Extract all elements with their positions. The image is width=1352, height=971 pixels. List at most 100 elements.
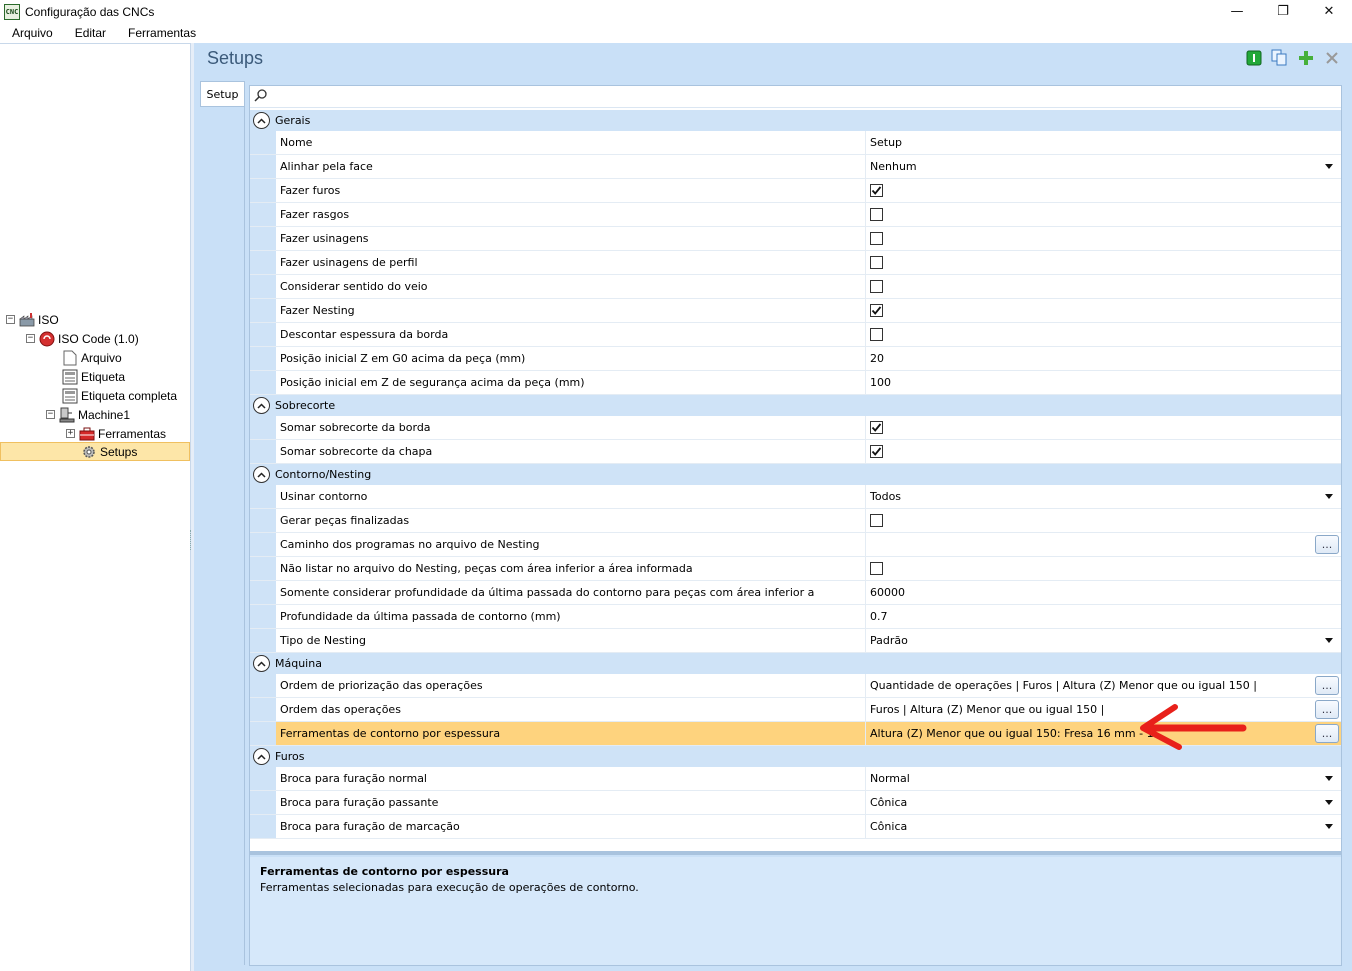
property-value-input[interactable]: ...	[866, 533, 1341, 556]
collapse-circle-icon[interactable]	[253, 655, 270, 672]
tree-node-etiqueta-completa[interactable]: Etiqueta completa	[62, 386, 177, 405]
category-maquina[interactable]: Máquina	[250, 653, 1341, 674]
edit-ordem-prior-button[interactable]: ...	[1315, 676, 1339, 695]
fazer-usinagens-perfil-checkbox[interactable]	[870, 256, 883, 269]
edit-ferr-contorno-button[interactable]: ...	[1315, 724, 1339, 743]
property-row[interactable]: Posição inicial em Z de segurança acima …	[250, 371, 1341, 395]
tree-node-machine1[interactable]: − Machine1	[46, 405, 130, 424]
property-value-input[interactable]: 100	[866, 371, 1341, 394]
property-row[interactable]: Alinhar pela face Nenhum	[250, 155, 1341, 179]
property-value-input[interactable]: Furos | Altura (Z) Menor que ou igual 15…	[866, 698, 1341, 721]
property-row[interactable]: Fazer usinagens	[250, 227, 1341, 251]
property-dropdown[interactable]: Nenhum	[866, 155, 1341, 178]
collapse-circle-icon[interactable]	[253, 466, 270, 483]
property-value	[866, 275, 1341, 298]
property-row[interactable]: Fazer furos	[250, 179, 1341, 203]
collapse-circle-icon[interactable]	[253, 397, 270, 414]
property-dropdown[interactable]: Cônica	[866, 815, 1341, 838]
category-gerais[interactable]: Gerais	[250, 110, 1341, 131]
property-row[interactable]: Fazer rasgos	[250, 203, 1341, 227]
row-gutter	[250, 131, 276, 154]
fazer-furos-checkbox[interactable]	[870, 184, 883, 197]
tab-setup[interactable]: Setup	[200, 81, 244, 107]
property-value-input[interactable]: Setup	[866, 131, 1341, 154]
collapse-toggle-icon[interactable]: −	[46, 410, 55, 419]
browse-button[interactable]: ...	[1315, 535, 1339, 554]
category-sobrecorte[interactable]: Sobrecorte	[250, 395, 1341, 416]
splitter-grip[interactable]	[190, 530, 193, 550]
fazer-rasgos-checkbox[interactable]	[870, 208, 883, 221]
somar-borda-checkbox[interactable]	[870, 421, 883, 434]
delete-icon[interactable]	[1323, 49, 1340, 66]
expand-toggle-icon[interactable]: +	[66, 429, 75, 438]
property-row[interactable]: Broca para furação de marcação Cônica	[250, 815, 1341, 839]
somar-chapa-checkbox[interactable]	[870, 445, 883, 458]
property-row[interactable]: Nome Setup	[250, 131, 1341, 155]
property-row[interactable]: Gerar peças finalizadas	[250, 509, 1341, 533]
property-dropdown[interactable]: Normal	[866, 767, 1341, 790]
tree-node-etiqueta[interactable]: Etiqueta	[62, 367, 125, 386]
property-dropdown[interactable]: Cônica	[866, 791, 1341, 814]
collapse-circle-icon[interactable]	[253, 748, 270, 765]
property-row[interactable]: Somente considerar profundidade da últim…	[250, 581, 1341, 605]
property-row[interactable]: Considerar sentido do veio	[250, 275, 1341, 299]
property-value-input[interactable]: Altura (Z) Menor que ou igual 150: Fresa…	[866, 722, 1341, 745]
menu-ferramentas[interactable]: Ferramentas	[118, 26, 206, 40]
property-row[interactable]: Fazer usinagens de perfil	[250, 251, 1341, 275]
property-row[interactable]: Posição inicial Z em G0 acima da peça (m…	[250, 347, 1341, 371]
row-gutter	[250, 251, 276, 274]
add-icon[interactable]	[1297, 49, 1314, 66]
tree-node-iso[interactable]: − ISO	[6, 310, 59, 329]
row-gutter	[250, 440, 276, 463]
collapse-toggle-icon[interactable]: −	[6, 315, 15, 324]
property-value-input[interactable]: Quantidade de operações | Furos | Altura…	[866, 674, 1341, 697]
property-name: Somar sobrecorte da chapa	[276, 440, 866, 463]
dropdown-arrow-icon[interactable]	[1325, 164, 1333, 169]
property-dropdown[interactable]: Padrão	[866, 629, 1341, 652]
dropdown-arrow-icon[interactable]	[1325, 824, 1333, 829]
tree-node-arquivo[interactable]: Arquivo	[62, 348, 122, 367]
property-row[interactable]: Somar sobrecorte da borda	[250, 416, 1341, 440]
property-row[interactable]: Descontar espessura da borda	[250, 323, 1341, 347]
property-row[interactable]: Fazer Nesting	[250, 299, 1341, 323]
fazer-usinagens-checkbox[interactable]	[870, 232, 883, 245]
restore-button[interactable]: ❐	[1260, 0, 1306, 23]
tree-node-setups[interactable]: Setups	[0, 442, 190, 461]
tree-node-ferramentas[interactable]: + Ferramentas	[66, 424, 166, 443]
property-row[interactable]: Broca para furação passante Cônica	[250, 791, 1341, 815]
fazer-nesting-checkbox[interactable]	[870, 304, 883, 317]
property-row[interactable]: Caminho dos programas no arquivo de Nest…	[250, 533, 1341, 557]
dropdown-arrow-icon[interactable]	[1325, 494, 1333, 499]
property-dropdown[interactable]: Todos	[866, 485, 1341, 508]
search-input[interactable]	[250, 86, 1341, 108]
tree-node-iso-code[interactable]: − ISO Code (1.0)	[26, 329, 139, 348]
copy-icon[interactable]	[1271, 49, 1288, 66]
property-row[interactable]: Broca para furação normal Normal	[250, 767, 1341, 791]
nao-listar-checkbox[interactable]	[870, 562, 883, 575]
collapse-toggle-icon[interactable]: −	[26, 334, 35, 343]
dropdown-arrow-icon[interactable]	[1325, 638, 1333, 643]
considerar-veio-checkbox[interactable]	[870, 280, 883, 293]
property-row[interactable]: Profundidade da última passada de contor…	[250, 605, 1341, 629]
descontar-borda-checkbox[interactable]	[870, 328, 883, 341]
property-row[interactable]: Somar sobrecorte da chapa	[250, 440, 1341, 464]
collapse-circle-icon[interactable]	[253, 112, 270, 129]
factory-icon	[19, 312, 35, 328]
property-value-input[interactable]: 60000	[866, 581, 1341, 604]
menu-arquivo[interactable]: Arquivo	[2, 26, 63, 40]
property-row[interactable]: Usinar contorno Todos	[250, 485, 1341, 509]
menu-editar[interactable]: Editar	[65, 26, 116, 40]
gerar-pecas-checkbox[interactable]	[870, 514, 883, 527]
property-value-input[interactable]: 0.7	[866, 605, 1341, 628]
property-row[interactable]: Tipo de Nesting Padrão	[250, 629, 1341, 653]
property-value-input[interactable]: 20	[866, 347, 1341, 370]
property-row[interactable]: Ordem de priorização das operações Quanti…	[250, 674, 1341, 698]
minimize-button[interactable]: —	[1214, 0, 1260, 23]
property-row[interactable]: Não listar no arquivo do Nesting, peças …	[250, 557, 1341, 581]
category-contorno-nesting[interactable]: Contorno/Nesting	[250, 464, 1341, 485]
info-icon[interactable]	[1245, 49, 1262, 66]
edit-ordem-ops-button[interactable]: ...	[1315, 700, 1339, 719]
dropdown-arrow-icon[interactable]	[1325, 776, 1333, 781]
dropdown-arrow-icon[interactable]	[1325, 800, 1333, 805]
close-button[interactable]: ✕	[1306, 0, 1352, 23]
